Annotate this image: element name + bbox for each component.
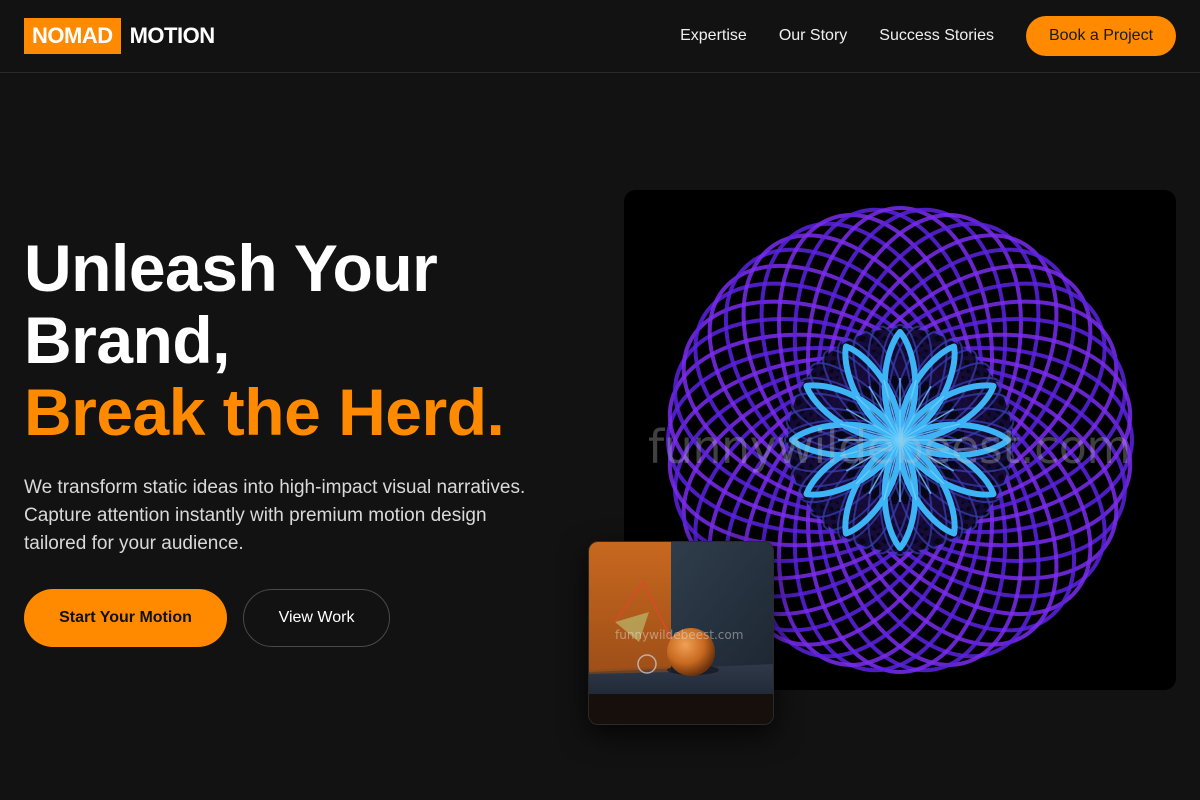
nav-link-expertise[interactable]: Expertise: [680, 27, 747, 45]
top-navigation: NOMAD MOTION Expertise Our Story Success…: [0, 0, 1200, 73]
nav-links: Expertise Our Story Success Stories Book…: [680, 16, 1176, 56]
brand-logo[interactable]: NOMAD MOTION: [24, 18, 215, 54]
start-your-motion-button[interactable]: Start Your Motion: [24, 589, 227, 647]
logo-text: MOTION: [129, 23, 216, 48]
nav-link-our-story[interactable]: Our Story: [779, 27, 847, 45]
hero-title-line-2: Brand,: [24, 303, 231, 377]
logo-box: NOMAD: [24, 18, 121, 54]
book-project-button[interactable]: Book a Project: [1026, 16, 1176, 56]
nav-link-success-stories[interactable]: Success Stories: [879, 27, 994, 45]
view-work-button[interactable]: View Work: [243, 589, 390, 647]
orange-sphere-scene: [589, 542, 773, 724]
hero-thumbnail-image[interactable]: funnywildebeest.com: [588, 541, 774, 725]
hero-title: Unleash Your Brand, Break the Herd.: [24, 231, 505, 449]
hero-title-line-1: Unleash Your: [24, 231, 438, 305]
hero-title-accent: Break the Herd.: [24, 375, 505, 449]
hero-description: We transform static ideas into high-impa…: [24, 477, 526, 554]
